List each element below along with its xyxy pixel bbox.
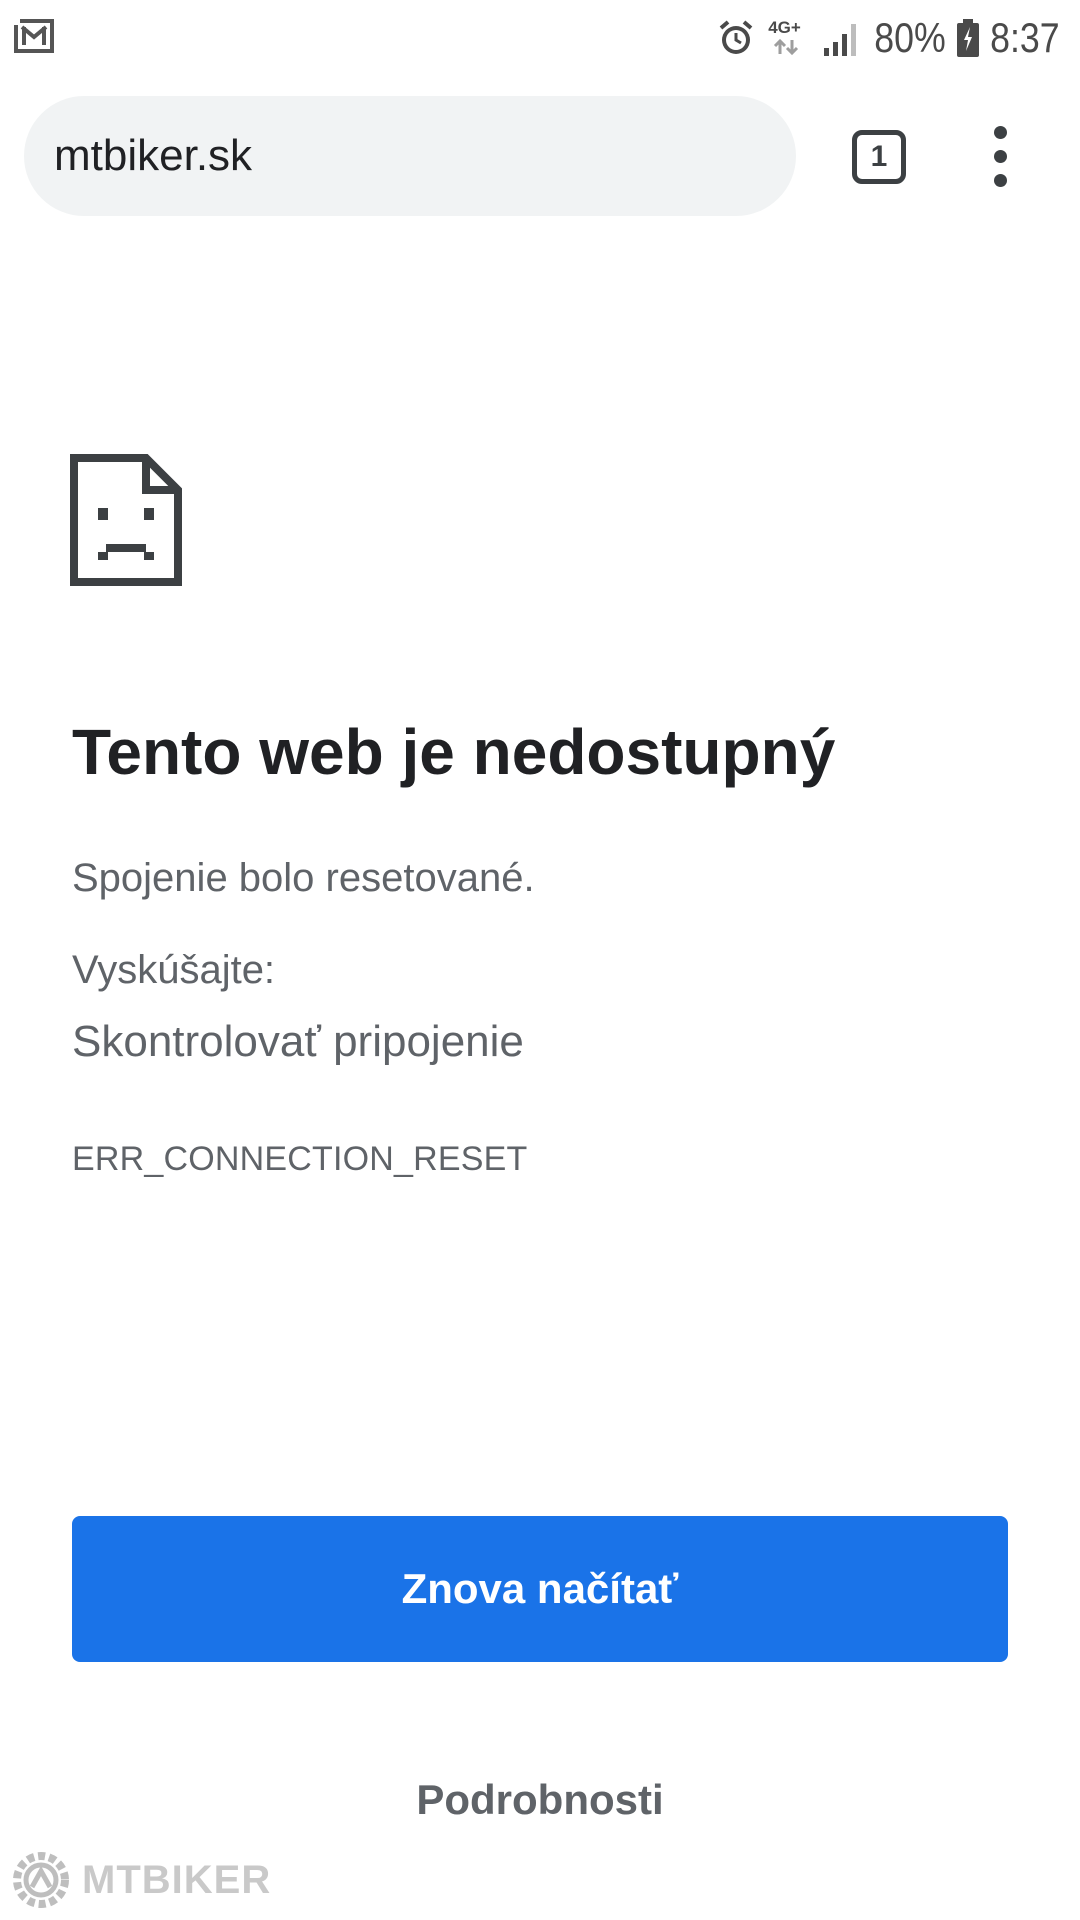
network-indicator: 4G+	[768, 18, 810, 58]
signal-icon	[824, 24, 857, 56]
browser-screen: 4G+ 80% 8:37 mtbiker.sk 1 Tento web je n…	[0, 0, 1080, 1920]
mail-icon	[14, 19, 54, 53]
browser-toolbar: mtbiker.sk 1	[0, 94, 1080, 218]
address-bar[interactable]: mtbiker.sk	[24, 96, 796, 216]
menu-dot	[994, 150, 1007, 163]
details-button[interactable]: Podrobnosti	[390, 1764, 690, 1836]
url-text[interactable]: mtbiker.sk	[54, 131, 252, 181]
reload-button[interactable]: Znova načítať	[72, 1516, 1008, 1662]
status-icons: 4G+ 80% 8:37	[716, 10, 1066, 66]
reload-button-label: Znova načítať	[401, 1565, 679, 1612]
network-arrows-icon	[774, 38, 799, 56]
network-type: 4G+	[768, 18, 801, 37]
battery-icon	[957, 19, 980, 57]
clock: 8:37	[990, 14, 1060, 61]
status-bar: 4G+ 80% 8:37	[0, 0, 1080, 76]
battery-percent: 80%	[874, 14, 946, 61]
menu-dot	[994, 174, 1007, 187]
tab-count: 1	[870, 140, 888, 173]
menu-dot	[994, 126, 1007, 139]
error-title: Tento web je nedostupný	[72, 716, 836, 788]
more-vert-icon[interactable]	[980, 126, 1020, 188]
error-code: ERR_CONNECTION_RESET	[72, 1140, 528, 1178]
suggestion-item: Skontrolovať pripojenie	[72, 1017, 524, 1066]
watermark-text: MTBIKER	[82, 1857, 272, 1902]
tab-switcher-button[interactable]: 1	[852, 130, 906, 184]
details-button-label: Podrobnosti	[416, 1776, 664, 1823]
watermark: MTBIKER	[10, 1840, 271, 1920]
alarm-icon	[719, 20, 753, 54]
error-description: Spojenie bolo resetované.	[72, 856, 535, 900]
suggestions-heading: Vyskúšajte:	[72, 948, 276, 992]
sad-page-icon	[70, 454, 182, 586]
gear-logo-icon	[13, 1852, 69, 1908]
